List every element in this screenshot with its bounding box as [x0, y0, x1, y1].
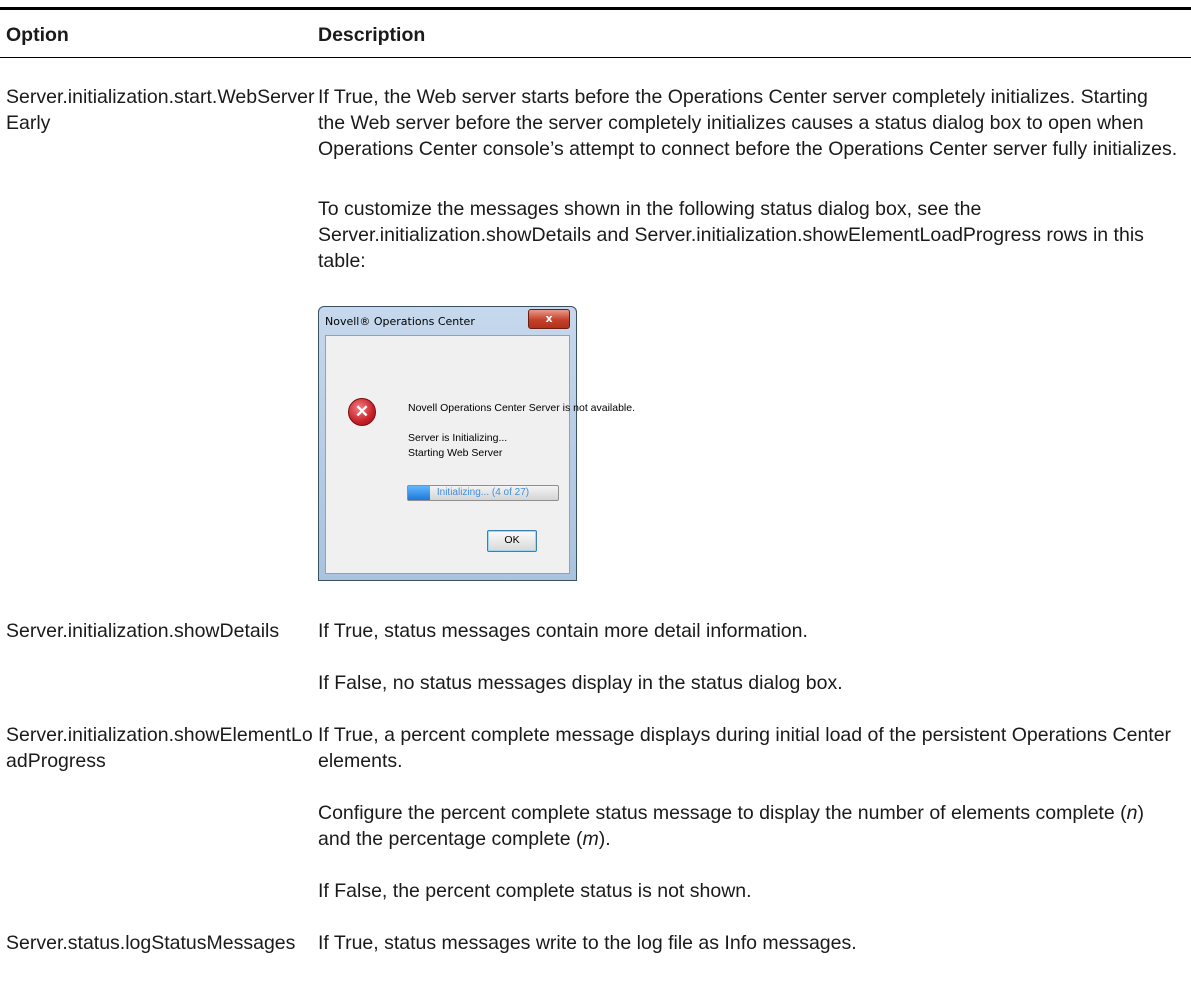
- description-text: Configure the percent complete status me…: [318, 802, 1127, 824]
- description-paragraph: If True, status messages contain more de…: [318, 620, 808, 642]
- column-header-description: Description: [318, 24, 426, 46]
- option-start-webserver-early: Server.initialization.start.WebServerEar…: [6, 86, 315, 134]
- description-text: ).: [598, 828, 611, 850]
- description-paragraph: If True, the Web server starts before th…: [318, 86, 1178, 160]
- close-icon[interactable]: x: [528, 309, 570, 329]
- dialog-message: Novell Operations Center Server is not a…: [408, 402, 636, 414]
- table-top-rule: [0, 7, 1191, 10]
- option-log-status-messages: Server.status.logStatusMessages: [6, 932, 296, 954]
- dialog-title: Novell® Operations Center: [325, 315, 475, 328]
- option-show-details: Server.initialization.showDetails: [6, 620, 280, 642]
- dialog-status-line: Starting Web Server: [408, 447, 503, 459]
- dialog-status-line: Server is Initializing...: [408, 432, 508, 444]
- description-paragraph: If True, status messages write to the lo…: [318, 932, 857, 954]
- header-rule: [0, 57, 1191, 58]
- description-paragraph: To customize the messages shown in the f…: [318, 198, 1144, 272]
- description-paragraph: If True, a percent complete message disp…: [318, 724, 1172, 772]
- ok-button[interactable]: OK: [487, 530, 537, 552]
- description-paragraph: If False, the percent complete status is…: [318, 880, 752, 902]
- progress-bar: Initializing... (4 of 27): [407, 485, 559, 501]
- description-paragraph-with-vars: Configure the percent complete status me…: [318, 800, 1178, 852]
- progress-label: Initializing... (4 of 27): [436, 487, 530, 498]
- variable-m: m: [582, 828, 599, 850]
- variable-n: n: [1126, 802, 1138, 824]
- error-icon: ✕: [348, 398, 376, 426]
- column-header-option: Option: [6, 24, 69, 46]
- description-paragraph: If False, no status messages display in …: [318, 672, 843, 694]
- option-show-element-load-progress: Server.initialization.showElementLoadPro…: [6, 724, 313, 772]
